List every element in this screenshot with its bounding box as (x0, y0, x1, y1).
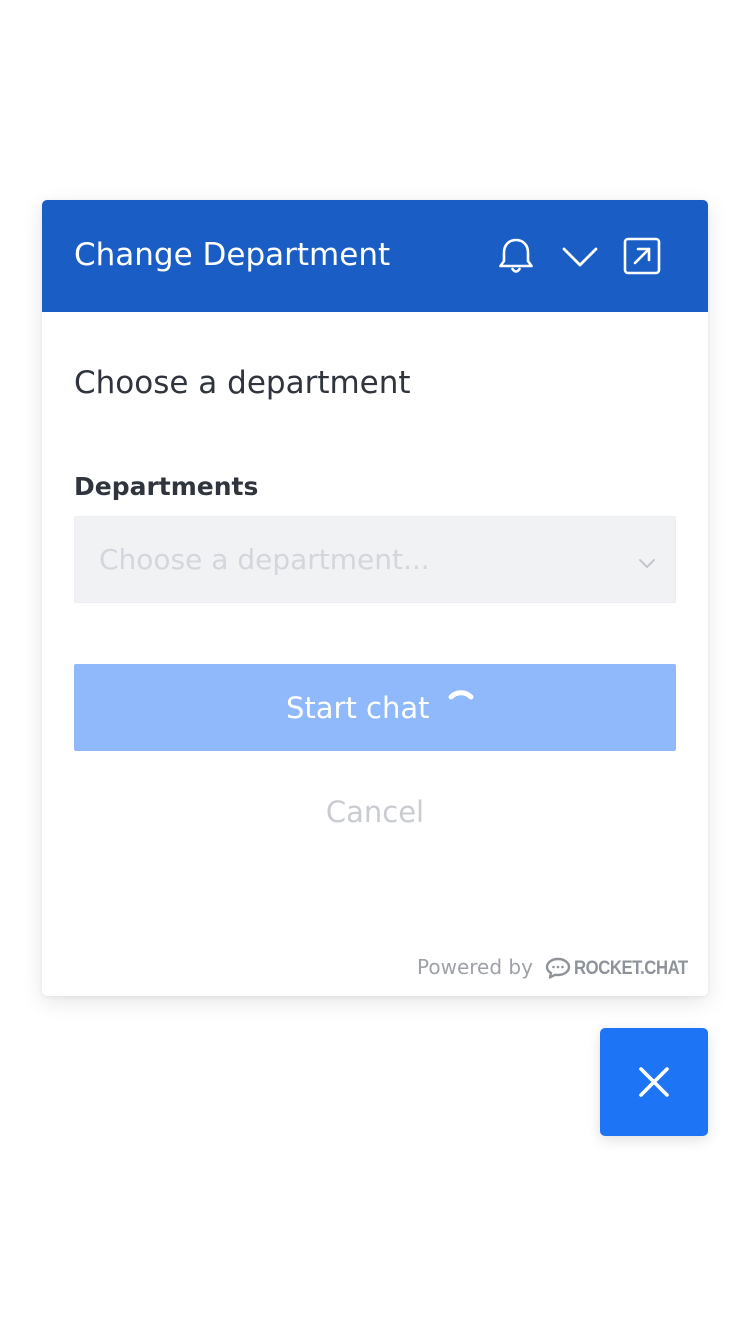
bell-icon[interactable] (494, 234, 538, 278)
chevron-down-icon[interactable] (558, 234, 602, 278)
widget-header: Change Department (42, 200, 708, 312)
page-title: Choose a department (74, 365, 411, 401)
powered-by-text: Powered by (417, 955, 533, 979)
powered-by-footer: Powered by ROCKET.CHAT (417, 954, 688, 984)
start-chat-label: Start chat (286, 691, 430, 725)
rocketchat-logo-icon (545, 956, 571, 980)
chevron-down-icon (635, 553, 659, 573)
close-widget-button[interactable] (600, 1028, 708, 1136)
cancel-button[interactable]: Cancel (74, 790, 676, 834)
loading-spinner-icon (444, 684, 478, 718)
departments-label: Departments (74, 472, 259, 501)
popout-icon[interactable] (620, 234, 664, 278)
department-select[interactable]: Choose a department... (74, 516, 676, 603)
rocketchat-brand: ROCKET.CHAT (574, 958, 688, 979)
livechat-widget: Change Department Choose a department De… (42, 200, 708, 996)
close-icon (639, 1067, 669, 1097)
department-select-placeholder: Choose a department... (99, 543, 430, 576)
header-title: Change Department (74, 237, 391, 273)
start-chat-button[interactable]: Start chat (74, 664, 676, 751)
